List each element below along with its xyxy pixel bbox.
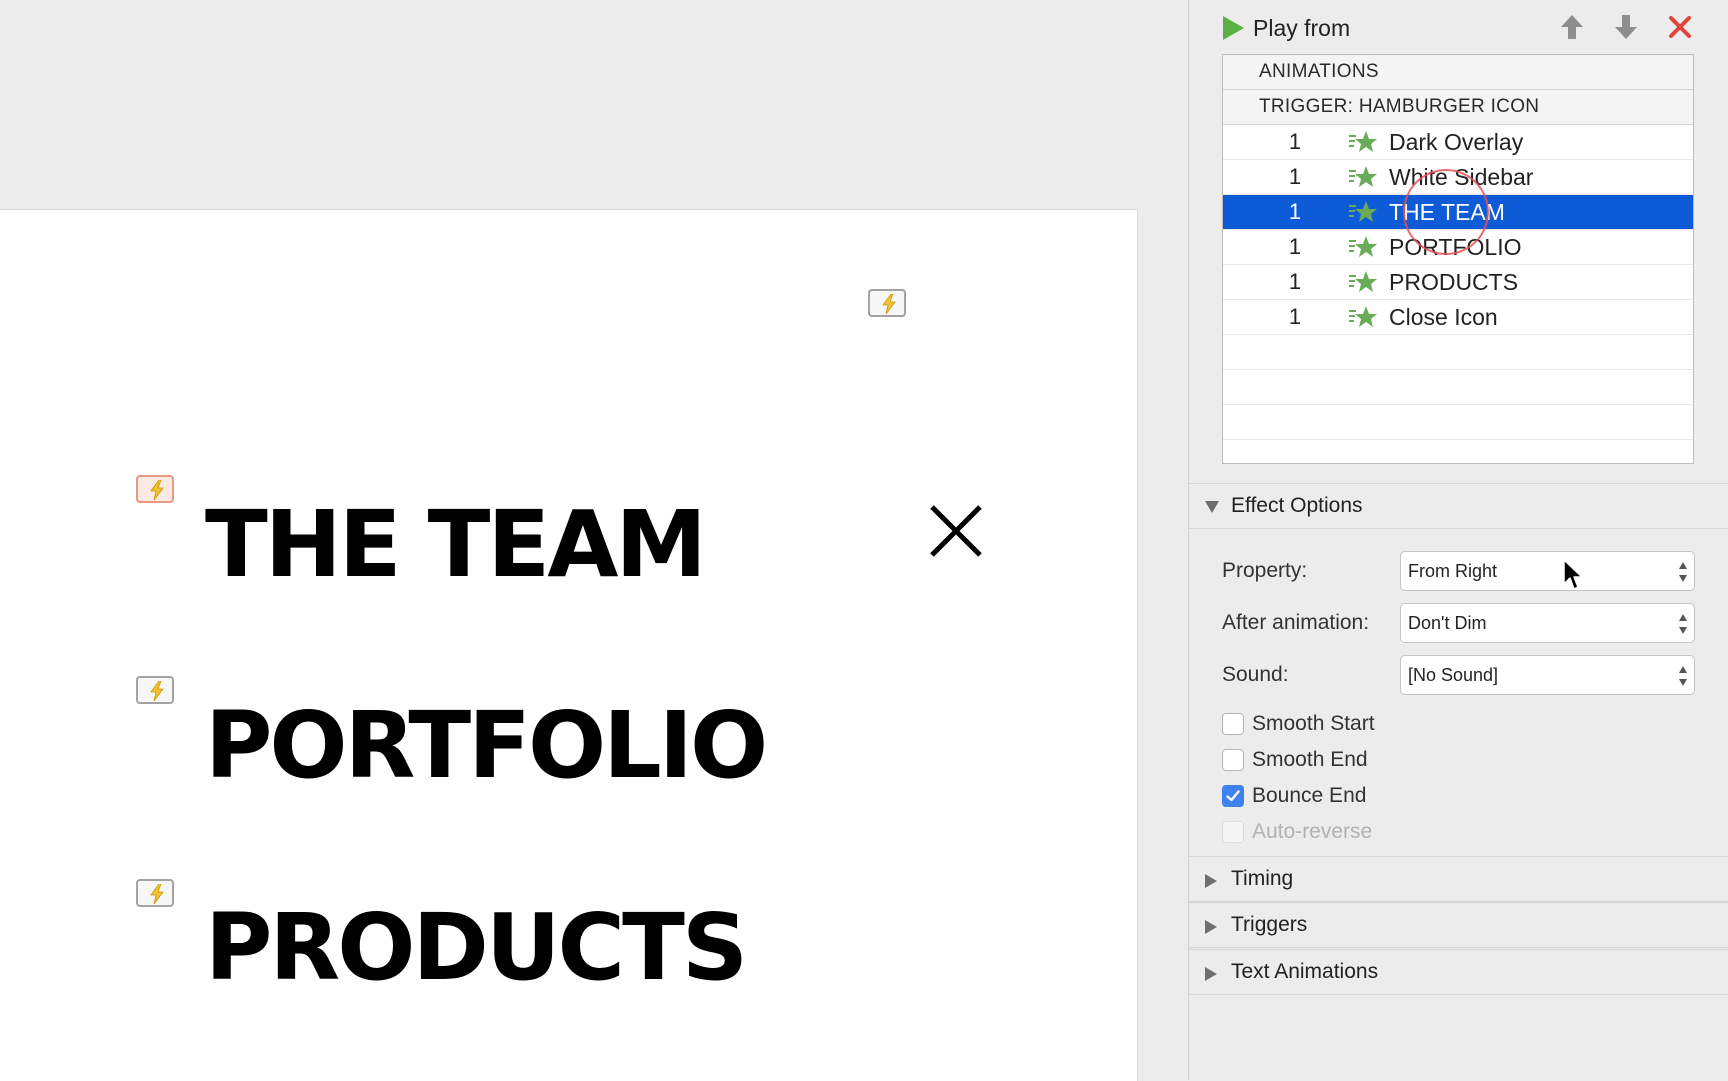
- sound-select[interactable]: [No Sound]: [1400, 655, 1695, 695]
- delete-animation-button[interactable]: [1663, 10, 1697, 44]
- play-from-label: Play from: [1253, 14, 1351, 41]
- smooth-start-label: Smooth Start: [1252, 712, 1375, 735]
- effect-options-title: Effect Options: [1231, 494, 1363, 517]
- star-effect-icon: [1349, 271, 1377, 292]
- animation-name: White Sidebar: [1389, 164, 1534, 190]
- timing-section-header[interactable]: Timing: [1189, 856, 1728, 902]
- close-icon[interactable]: [928, 503, 984, 559]
- animation-row-portfolio[interactable]: 1 PORTFOLIO: [1223, 230, 1693, 265]
- checkbox-box[interactable]: [1222, 713, 1244, 735]
- empty-list-row: [1223, 405, 1693, 440]
- portfolio-trigger-badge[interactable]: [136, 676, 174, 704]
- sound-label: Sound:: [1222, 663, 1289, 686]
- star-effect-icon: [1349, 201, 1377, 222]
- star-effect-icon: [1349, 236, 1377, 257]
- slide-canvas-area: THE TEAM PORTFOLIO PRODUCTS: [0, 0, 1188, 1081]
- animation-order: 1: [1288, 129, 1302, 154]
- animation-pane: Play from ANIMATIONS TRIGGER: HAMBURGER …: [1188, 0, 1728, 1080]
- text-animations-title: Text Animations: [1231, 960, 1379, 983]
- animation-order: 1: [1288, 164, 1302, 189]
- sound-value: [No Sound]: [1408, 665, 1499, 685]
- delete-x-icon: [1669, 16, 1691, 38]
- play-icon: [1223, 16, 1244, 40]
- trigger-header[interactable]: TRIGGER: HAMBURGER ICON: [1223, 90, 1693, 125]
- animation-row-dark-overlay[interactable]: 1 Dark Overlay: [1223, 125, 1693, 160]
- after-animation-value: Don't Dim: [1408, 613, 1487, 633]
- star-effect-icon: [1349, 166, 1377, 187]
- disclosure-collapsed-icon: [1205, 967, 1217, 981]
- animation-row-products[interactable]: 1 PRODUCTS: [1223, 265, 1693, 300]
- animations-header: ANIMATIONS: [1223, 55, 1693, 90]
- animation-name: PRODUCTS: [1389, 269, 1519, 295]
- property-value: From Right: [1408, 561, 1498, 581]
- checkmark-icon: [1226, 790, 1240, 802]
- stepper-arrows-icon: [1679, 562, 1687, 582]
- disclosure-collapsed-icon: [1205, 874, 1217, 888]
- play-from-button[interactable]: Play from: [1221, 10, 1350, 46]
- bounce-end-checkbox[interactable]: Bounce End: [1222, 781, 1366, 811]
- checkbox-box[interactable]: [1222, 785, 1244, 807]
- arrow-up-icon: [1561, 15, 1583, 39]
- close-icon-trigger-badge[interactable]: [868, 289, 906, 317]
- slide-text-portfolio[interactable]: PORTFOLIO: [205, 700, 768, 792]
- bounce-end-label: Bounce End: [1252, 784, 1367, 807]
- property-select[interactable]: From Right: [1400, 551, 1695, 591]
- empty-list-row: [1223, 370, 1693, 405]
- text-animations-section-header[interactable]: Text Animations: [1189, 949, 1728, 995]
- lightning-icon: [150, 884, 164, 904]
- timing-title: Timing: [1231, 867, 1294, 890]
- animation-row-white-sidebar[interactable]: 1 White Sidebar: [1223, 160, 1693, 195]
- lightning-icon: [150, 681, 164, 701]
- slide-text-the-team[interactable]: THE TEAM: [205, 499, 707, 591]
- auto-reverse-checkbox: Auto-reverse: [1222, 817, 1372, 847]
- triggers-title: Triggers: [1231, 913, 1308, 936]
- smooth-end-checkbox[interactable]: Smooth End: [1222, 745, 1368, 775]
- stepper-arrows-icon: [1679, 614, 1687, 634]
- slide[interactable]: THE TEAM PORTFOLIO PRODUCTS: [0, 209, 1138, 1081]
- disclosure-collapsed-icon: [1205, 920, 1217, 934]
- animation-row-close-icon[interactable]: 1 Close Icon: [1223, 300, 1693, 335]
- smooth-start-checkbox[interactable]: Smooth Start: [1222, 709, 1375, 739]
- after-animation-label: After animation:: [1222, 611, 1370, 634]
- animation-order: 1: [1288, 234, 1302, 259]
- star-effect-icon: [1349, 306, 1377, 327]
- products-trigger-badge[interactable]: [136, 879, 174, 907]
- smooth-end-label: Smooth End: [1252, 748, 1368, 771]
- effect-options-header[interactable]: Effect Options: [1189, 483, 1728, 529]
- after-animation-select[interactable]: Don't Dim: [1400, 603, 1695, 643]
- slide-text-products[interactable]: PRODUCTS: [205, 902, 748, 994]
- animation-order: 1: [1288, 269, 1302, 294]
- auto-reverse-label: Auto-reverse: [1252, 820, 1373, 843]
- animation-row-the-team[interactable]: 1 THE TEAM: [1223, 195, 1693, 230]
- lightning-icon: [882, 294, 896, 314]
- animation-order: 1: [1288, 199, 1302, 224]
- move-up-button[interactable]: [1555, 10, 1589, 44]
- animation-order: 1: [1288, 304, 1302, 329]
- empty-list-row: [1223, 335, 1693, 370]
- stepper-arrows-icon: [1679, 666, 1687, 686]
- animation-list[interactable]: ANIMATIONS TRIGGER: HAMBURGER ICON 1 Dar…: [1222, 54, 1694, 464]
- lightning-icon: [150, 480, 164, 500]
- property-label: Property:: [1222, 559, 1308, 582]
- triggers-section-header[interactable]: Triggers: [1189, 902, 1728, 948]
- animation-name: Close Icon: [1389, 304, 1498, 330]
- animation-name: Dark Overlay: [1389, 129, 1524, 155]
- checkbox-box[interactable]: [1222, 749, 1244, 771]
- disclosure-expanded-icon: [1205, 501, 1219, 513]
- move-down-button[interactable]: [1609, 10, 1643, 44]
- arrow-down-icon: [1615, 15, 1637, 39]
- star-effect-icon: [1349, 131, 1377, 152]
- checkbox-box: [1222, 821, 1244, 843]
- animation-name: PORTFOLIO: [1389, 234, 1522, 260]
- animation-name: THE TEAM: [1389, 199, 1505, 225]
- the-team-trigger-badge[interactable]: [136, 475, 174, 503]
